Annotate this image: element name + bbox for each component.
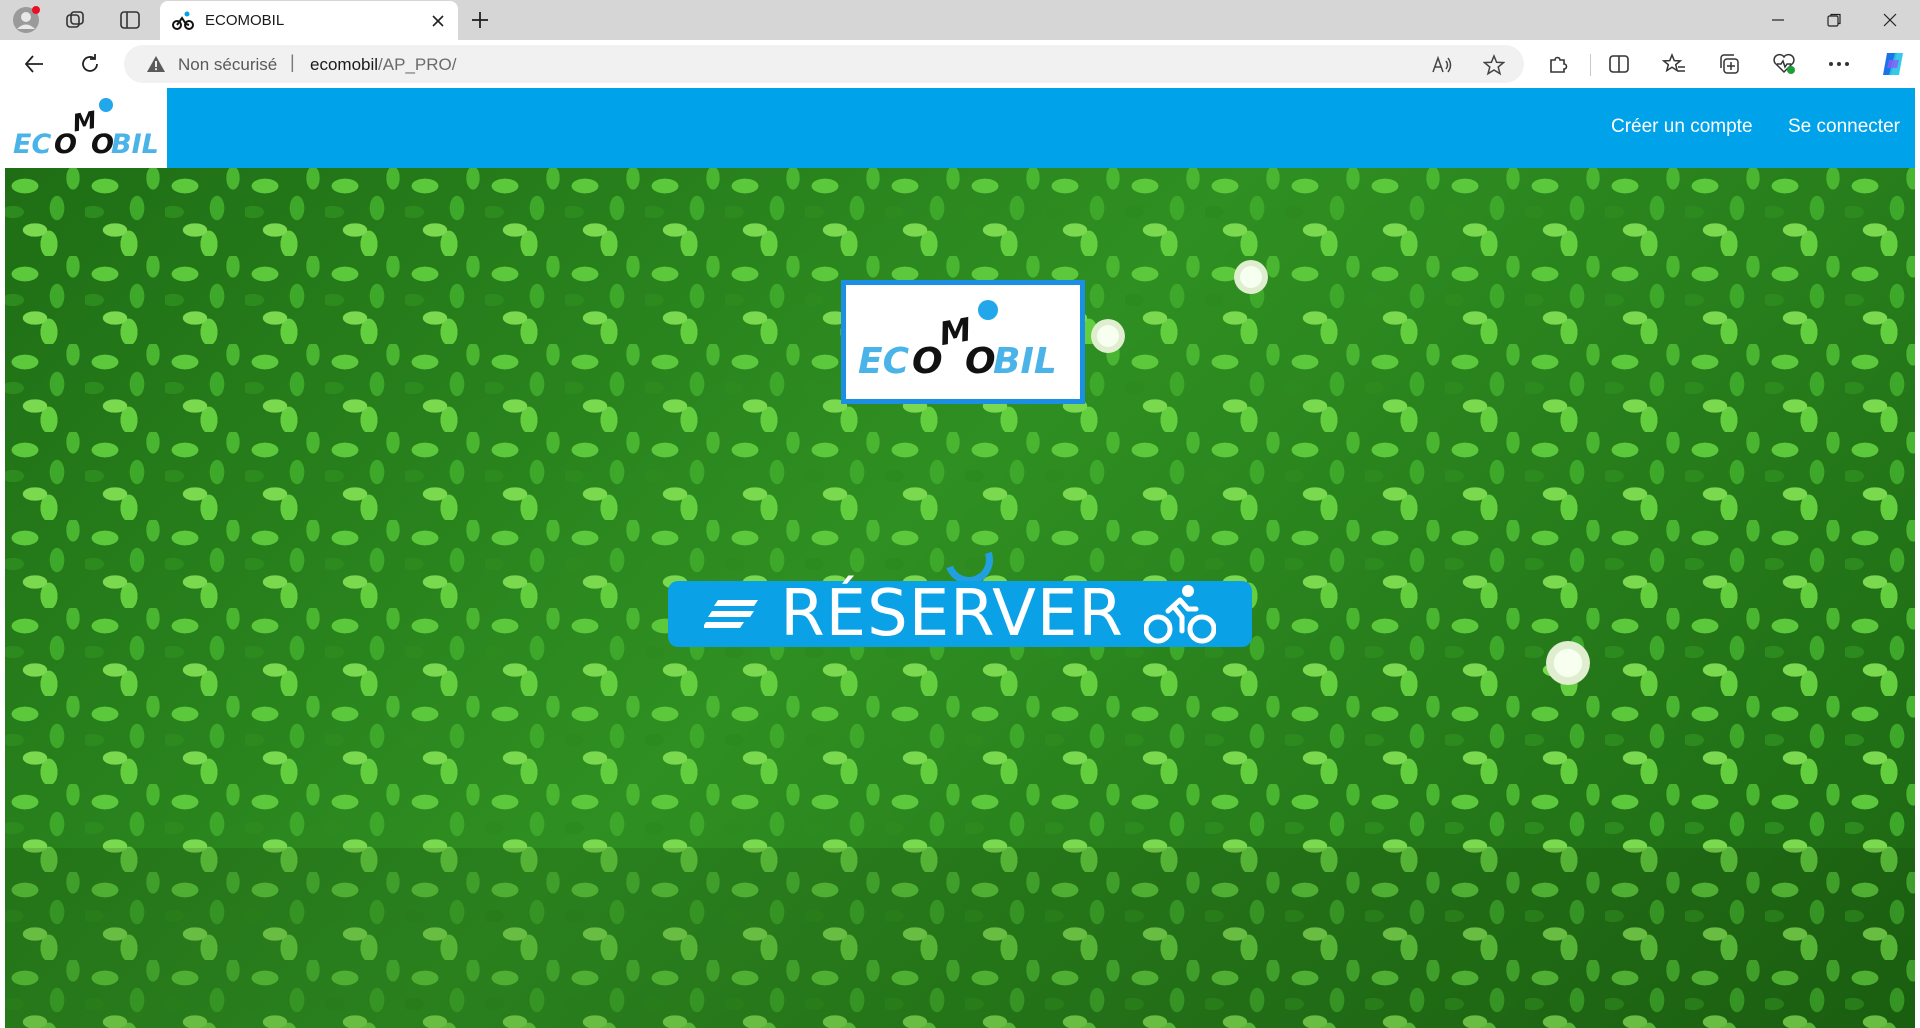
- plus-icon: [472, 12, 488, 28]
- tab-actions-button[interactable]: [112, 4, 148, 36]
- clover-flower: [1546, 641, 1590, 685]
- extensions-icon: [1550, 56, 1568, 73]
- collections-button[interactable]: [1712, 48, 1746, 80]
- collections-icon: [1720, 54, 1739, 74]
- more-icon: [1829, 62, 1849, 66]
- favorite-star-icon: [1483, 54, 1505, 76]
- tab-close-button[interactable]: [426, 9, 450, 33]
- bike-favicon: [172, 11, 194, 30]
- warning-icon: [147, 56, 165, 72]
- profile-button[interactable]: [8, 4, 44, 36]
- new-tab-button[interactable]: [462, 4, 498, 36]
- menu-lines-icon: [704, 600, 759, 628]
- page-viewport: EC O M O BIL Créer un compte Se connecte…: [5, 88, 1915, 1028]
- security-label[interactable]: Non sécurisé: [178, 55, 277, 75]
- tab-title: ECOMOBIL: [205, 12, 285, 29]
- split-screen-icon: [1609, 55, 1629, 73]
- hero-section: EC O M O BIL RÉSERVER: [5, 168, 1915, 1028]
- minimize-icon: [1772, 19, 1784, 21]
- header-logo[interactable]: EC O M O BIL: [5, 88, 167, 168]
- clover-flower: [1091, 319, 1125, 353]
- logo-text-bil: BIL: [993, 341, 1057, 382]
- back-icon: [24, 55, 43, 73]
- more-button[interactable]: [1822, 48, 1856, 80]
- minimize-button[interactable]: [1750, 0, 1806, 40]
- favorite-button[interactable]: [1480, 51, 1508, 79]
- url-host: ecomobil: [310, 55, 379, 74]
- copilot-icon: [1883, 53, 1903, 75]
- logo-dot: [978, 300, 998, 320]
- tab-actions-icon: [120, 11, 140, 29]
- refresh-button[interactable]: [72, 46, 108, 82]
- favorites-button[interactable]: [1657, 48, 1691, 80]
- restore-button[interactable]: [1806, 0, 1862, 40]
- logo-text-o2: O: [965, 341, 996, 382]
- address-bar[interactable]: Non sécurisé ecomobil/AP_PRO/: [124, 45, 1524, 83]
- site-header: EC O M O BIL Créer un compte Se connecte…: [5, 88, 1915, 168]
- url-text[interactable]: ecomobil/AP_PRO/: [310, 55, 456, 75]
- split-screen-button[interactable]: [1602, 48, 1636, 80]
- profile-icon: [13, 6, 40, 33]
- window-close-icon: [1883, 13, 1897, 27]
- copilot-button[interactable]: [1876, 48, 1910, 80]
- toolbar-separator: [1590, 54, 1591, 76]
- reserve-button[interactable]: RÉSERVER: [668, 581, 1252, 647]
- back-button[interactable]: [16, 46, 52, 82]
- workspaces-button[interactable]: [58, 4, 94, 36]
- workspaces-icon: [66, 11, 84, 28]
- close-icon: [432, 15, 444, 27]
- logo-dot: [99, 98, 113, 112]
- refresh-icon: [82, 54, 98, 72]
- read-aloud-icon: [1432, 55, 1452, 73]
- restore-icon: [1827, 13, 1841, 27]
- ecomobil-logo: EC O M O BIL: [13, 98, 159, 160]
- browser-essentials-button[interactable]: [1767, 48, 1801, 80]
- address-separator: [290, 52, 295, 76]
- browser-essentials-icon: [1773, 53, 1795, 74]
- cyclist-icon: [1143, 585, 1216, 644]
- logo-text-bil: BIL: [111, 129, 159, 160]
- hero-lower-band: [5, 848, 1915, 1028]
- browser-toolbar: Non sécurisé ecomobil/AP_PRO/: [0, 40, 1920, 88]
- read-aloud-button[interactable]: [1428, 51, 1456, 79]
- nav-login[interactable]: Se connecter: [1788, 116, 1900, 138]
- tab-bar: ECOMOBIL: [0, 0, 1920, 41]
- hero-logo: EC O M O BIL: [841, 280, 1085, 404]
- reserve-label: RÉSERVER: [780, 577, 1124, 651]
- ecomobil-logo-large: EC O M O BIL: [858, 300, 1057, 382]
- clover-flower: [1234, 260, 1268, 294]
- logo-text-ec: EC: [858, 341, 910, 382]
- logo-text-o1: O: [912, 341, 943, 382]
- url-path: /AP_PRO/: [378, 55, 457, 74]
- nav-create-account[interactable]: Créer un compte: [1611, 116, 1753, 138]
- logo-text-ec: EC: [13, 129, 51, 160]
- active-tab[interactable]: ECOMOBIL: [160, 1, 458, 41]
- window-close-button[interactable]: [1862, 0, 1918, 40]
- favorites-icon: [1662, 53, 1685, 73]
- logo-text-o1: O: [54, 129, 77, 160]
- extensions-button[interactable]: [1541, 48, 1575, 80]
